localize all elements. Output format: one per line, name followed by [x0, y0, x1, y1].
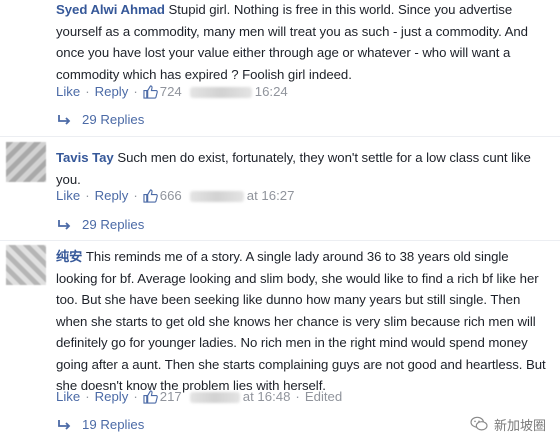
like-count[interactable]: 217 — [160, 387, 182, 407]
like-count[interactable]: 724 — [160, 82, 182, 102]
replies-link[interactable]: 19 Replies — [56, 415, 144, 435]
comment-author[interactable]: 纯安 — [56, 249, 82, 264]
thumbs-up-icon — [143, 189, 158, 203]
reply-button[interactable]: Reply — [95, 387, 129, 407]
avatar[interactable] — [6, 142, 46, 182]
redacted-date — [189, 86, 252, 98]
replies-link[interactable]: 29 Replies — [56, 215, 144, 235]
reply-arrow-icon — [58, 115, 71, 125]
comment-text: This reminds me of a story. A single lad… — [56, 249, 546, 393]
comment-text: Such men do exist, fortunately, they won… — [56, 150, 531, 187]
comment-time[interactable]: 16:24 — [255, 82, 288, 102]
like-count[interactable]: 666 — [160, 186, 182, 206]
comment-actions: Like · Reply · 724 16:24 — [56, 82, 288, 102]
replies-link[interactable]: 29 Replies — [56, 110, 144, 130]
comment-time[interactable]: at 16:48 — [243, 387, 291, 407]
like-button[interactable]: Like — [56, 186, 80, 206]
comment-actions: Like · Reply · 217 at 16:48 · Edited — [56, 387, 342, 407]
comment-time[interactable]: at 16:27 — [247, 186, 295, 206]
replies-count[interactable]: 19 Replies — [82, 415, 144, 435]
reply-arrow-icon — [58, 420, 71, 430]
like-button[interactable]: Like — [56, 82, 80, 102]
reply-button[interactable]: Reply — [95, 186, 129, 206]
comment-author[interactable]: Tavis Tay — [56, 150, 114, 165]
like-button[interactable]: Like — [56, 387, 80, 407]
avatar[interactable] — [6, 245, 46, 285]
comment-body: Syed Alwi Ahmad Stupid girl. Nothing is … — [56, 0, 552, 85]
redacted-date — [189, 190, 244, 202]
reply-button[interactable]: Reply — [95, 82, 129, 102]
divider — [0, 240, 560, 241]
comment-body: Tavis Tay Such men do exist, fortunately… — [56, 147, 552, 190]
replies-count[interactable]: 29 Replies — [82, 215, 144, 235]
watermark-text: 新加坡圈 — [493, 417, 546, 433]
comment-actions: Like · Reply · 666 at 16:27 — [56, 186, 294, 206]
redacted-date — [189, 391, 240, 403]
replies-count[interactable]: 29 Replies — [82, 110, 144, 130]
divider — [0, 136, 560, 137]
comment-body: 纯安 This reminds me of a story. A single … — [56, 246, 552, 397]
edited-label[interactable]: Edited — [305, 387, 342, 407]
wechat-icon — [470, 416, 488, 431]
comment-author[interactable]: Syed Alwi Ahmad — [56, 2, 165, 17]
thumbs-up-icon — [143, 85, 158, 99]
reply-arrow-icon — [58, 220, 71, 230]
watermark: 新加坡圈 — [470, 414, 546, 434]
thumbs-up-icon — [143, 390, 158, 404]
